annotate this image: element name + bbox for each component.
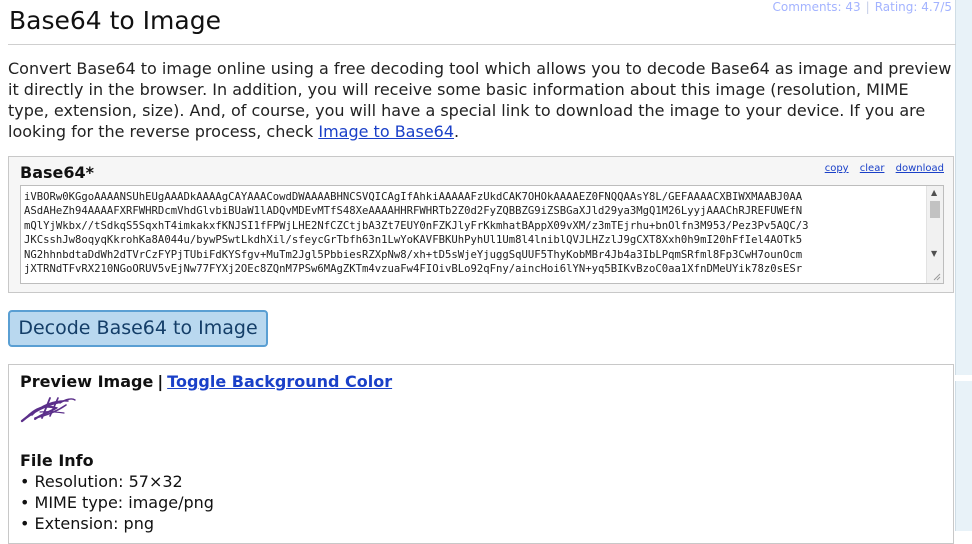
intro-paragraph: Convert Base64 to image online using a f…	[8, 58, 954, 142]
scroll-thumb[interactable]	[930, 201, 940, 218]
base64-panel: Base64* copy clear download iVBORw0KGgoA…	[8, 156, 954, 293]
download-link[interactable]: download	[896, 163, 944, 174]
toggle-background-link[interactable]: Toggle Background Color	[167, 372, 392, 391]
file-mime-type: MIME type: image/png	[20, 492, 214, 513]
scroll-down-arrow-icon[interactable]: ▼	[931, 250, 937, 258]
preview-separator: |	[157, 372, 164, 391]
scroll-up-arrow-icon[interactable]: ▲	[931, 189, 937, 197]
copy-link[interactable]: copy	[825, 163, 849, 174]
page-scroll-rail[interactable]	[955, 0, 972, 531]
preview-label: Preview Image	[20, 372, 154, 391]
file-resolution: Resolution: 57×32	[20, 471, 214, 492]
textarea-scrollbar[interactable]: ▲ ▼	[926, 186, 943, 283]
intro-text: Convert Base64 to image online using a f…	[8, 59, 952, 141]
base64-textarea[interactable]: iVBORw0KGgoAAAANSUhEUgAAADkAAAAgCAYAAACo…	[20, 185, 944, 284]
decoded-image-preview	[20, 397, 76, 423]
comments-link[interactable]: Comments: 43	[772, 0, 860, 14]
title-divider	[8, 44, 956, 45]
file-info: File Info Resolution: 57×32 MIME type: i…	[20, 450, 214, 534]
rail-notch	[955, 375, 972, 381]
page-meta: Comments: 43 | Rating: 4.7/5	[772, 0, 952, 14]
meta-separator: |	[865, 0, 870, 14]
base64-text: iVBORw0KGgoAAAANSUhEUgAAADkAAAAgCAYAAACo…	[24, 191, 809, 276]
clear-link[interactable]: clear	[860, 163, 885, 174]
preview-header: Preview Image | Toggle Background Color	[20, 372, 392, 391]
intro-period: .	[454, 122, 460, 141]
image-to-base64-link[interactable]: Image to Base64	[318, 122, 454, 141]
base64-label: Base64*	[20, 163, 94, 182]
resize-grip-icon[interactable]	[933, 273, 941, 281]
file-info-title: File Info	[20, 451, 94, 470]
rating-link[interactable]: Rating: 4.7/5	[875, 0, 952, 14]
preview-panel: Preview Image | Toggle Background Color Fi…	[8, 364, 954, 544]
decode-button[interactable]: Decode Base64 to Image	[8, 310, 268, 347]
base64-actions: copy clear download	[817, 163, 944, 174]
page-title: Base64 to Image	[9, 6, 221, 35]
